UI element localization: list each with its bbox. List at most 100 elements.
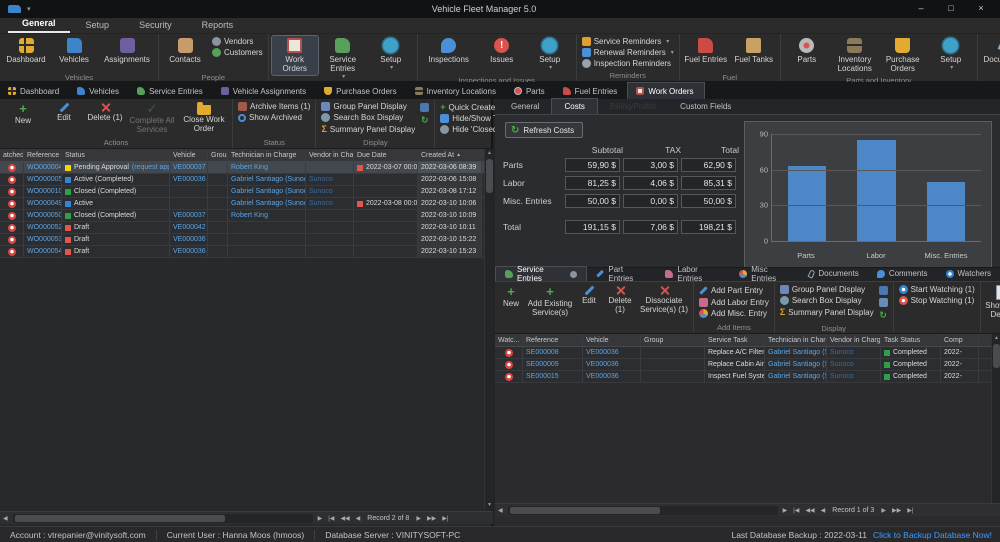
group-panel-display-button[interactable]: Group Panel Display: [321, 102, 415, 111]
vehicle-link[interactable]: VE000036: [173, 236, 206, 243]
menu-tab-general[interactable]: General: [8, 16, 70, 33]
service-reminders-button[interactable]: Service Reminders: [581, 37, 674, 46]
vendor-link[interactable]: Sunoco: [309, 200, 333, 207]
tab-parts[interactable]: Parts: [506, 83, 555, 99]
tab-watchers[interactable]: Watchers: [937, 266, 1000, 281]
monitor-display-icon[interactable]: [878, 286, 888, 295]
add-existing-service-button[interactable]: + Add Existing Service(s): [525, 283, 575, 319]
technician-link[interactable]: Gabriel Santiago (Sunoco): [231, 176, 305, 183]
column-header[interactable]: Vehicle: [583, 334, 641, 346]
maximize-button[interactable]: □: [938, 2, 964, 16]
inspections-setup-button[interactable]: Setup: [527, 36, 573, 75]
customers-button[interactable]: Customers: [212, 48, 263, 57]
column-header[interactable]: Task Status: [881, 334, 941, 346]
column-header[interactable]: Group: [641, 334, 705, 346]
nav-first-icon[interactable]: |◀: [790, 507, 802, 514]
summary-panel-display-button[interactable]: Σ Summary Panel Display: [321, 124, 415, 134]
column-header[interactable]: Reference: [24, 149, 62, 161]
nav-next-icon[interactable]: ▶: [413, 515, 424, 522]
tab-comments[interactable]: Comments: [868, 266, 937, 281]
maintenance-setup-button[interactable]: Setup: [368, 36, 414, 75]
vehicle-link[interactable]: VE000036: [586, 361, 619, 368]
work-order-reference-link[interactable]: WO000010: [27, 188, 61, 195]
column-header[interactable]: Technician in Charge: [765, 334, 827, 346]
close-button[interactable]: ×: [968, 2, 994, 16]
column-header[interactable]: Due Date: [354, 149, 418, 161]
tab-misc-entries[interactable]: Misc Entries: [730, 265, 800, 283]
tab-service-entries[interactable]: Service Entries: [129, 83, 213, 99]
vehicles-button[interactable]: Vehicles: [51, 36, 97, 72]
show-full-details-button[interactable]: Show Full Details: [984, 283, 1000, 321]
scroll-right-icon[interactable]: ▶: [780, 507, 791, 514]
scroll-right-icon[interactable]: ▶: [315, 515, 326, 522]
tab-billing-profits[interactable]: Billing/Profits: [598, 99, 668, 114]
minimize-button[interactable]: –: [908, 2, 934, 16]
service-entry-row[interactable]: SE000008 VE000036 Replace A/C Filter Gab…: [495, 347, 991, 359]
work-order-reference-link[interactable]: WO000050: [27, 212, 61, 219]
nav-prev-icon[interactable]: ◀: [818, 507, 829, 514]
work-order-row[interactable]: WO000004 Pending Approval(request approv…: [0, 162, 484, 174]
vehicle-link[interactable]: VE000037: [173, 164, 206, 171]
edit-work-order-button[interactable]: Edit: [44, 100, 84, 124]
renewal-reminders-button[interactable]: Renewal Reminders: [581, 48, 674, 57]
vertical-scrollbar[interactable]: ▲: [991, 334, 1000, 504]
service-entry-reference-link[interactable]: SE000009: [526, 361, 559, 368]
vendor-link[interactable]: Sunoco: [830, 349, 854, 356]
work-order-row[interactable]: WO000054 Draft VE000036 2022-03-10 15:23: [0, 246, 484, 258]
parts-button[interactable]: Parts: [784, 36, 830, 72]
menu-tab-setup[interactable]: Setup: [72, 18, 124, 33]
dashboard-button[interactable]: Dashboard: [3, 36, 49, 72]
new-work-order-button[interactable]: + New: [3, 100, 43, 127]
technician-link[interactable]: Robert King: [231, 212, 268, 219]
dissociate-service-button[interactable]: Dissociate Service(s) (1): [638, 283, 690, 316]
column-header[interactable]: Service Task: [705, 334, 765, 346]
vehicle-link[interactable]: VE000036: [173, 248, 206, 255]
tab-custom-fields[interactable]: Custom Fields: [668, 99, 743, 114]
horizontal-scrollbar[interactable]: [507, 505, 778, 515]
technician-link[interactable]: Gabriel Santiago (Sun: [768, 361, 826, 368]
column-header[interactable]: Vendor in Charge: [827, 334, 881, 346]
tab-inventory-locations[interactable]: Inventory Locations: [407, 83, 506, 99]
tab-service-entries[interactable]: Service Entries: [495, 265, 587, 283]
tab-vehicles[interactable]: Vehicles: [69, 83, 129, 99]
tab-general[interactable]: General: [499, 99, 551, 114]
column-header[interactable]: Vendor in Charge: [306, 149, 354, 161]
issues-button[interactable]: ! Issues: [479, 36, 525, 72]
show-archived-button[interactable]: Show Archived: [238, 113, 310, 122]
column-header[interactable]: Technician in Charge: [228, 149, 306, 161]
horizontal-scrollbar[interactable]: [12, 513, 313, 523]
fuel-tanks-button[interactable]: Fuel Tanks: [731, 36, 777, 72]
work-order-reference-link[interactable]: WO000054: [27, 248, 61, 255]
work-order-row[interactable]: WO000010 Closed (Completed) Gabriel Sant…: [0, 186, 484, 198]
nav-prev-page-icon[interactable]: ◀◀: [337, 515, 352, 522]
vendor-link[interactable]: Sunoco: [309, 188, 333, 195]
contacts-button[interactable]: Contacts: [162, 36, 208, 72]
vendor-link[interactable]: Sunoco: [309, 176, 333, 183]
work-order-reference-link[interactable]: WO000052: [27, 224, 61, 231]
scroll-up-icon[interactable]: ▲: [992, 334, 1000, 343]
service-entries-button[interactable]: Service Entries: [320, 36, 366, 84]
edit-service-entry-button[interactable]: Edit: [576, 283, 602, 307]
scrollbar-thumb[interactable]: [993, 344, 1000, 368]
nav-next-page-icon[interactable]: ▶▶: [424, 515, 439, 522]
column-header[interactable]: atched?: [0, 149, 24, 161]
nav-last-icon[interactable]: ▶|: [439, 515, 451, 522]
work-order-row[interactable]: WO000052 Draft VE000042 2022-03-10 10:11: [0, 222, 484, 234]
tab-documents[interactable]: Documents: [800, 266, 867, 281]
column-header[interactable]: Comp: [941, 334, 979, 346]
technician-link[interactable]: Gabriel Santiago (Sun: [768, 349, 826, 356]
purchase-orders-button[interactable]: Purchase Orders: [880, 36, 926, 75]
technician-link[interactable]: Gabriel Santiago (Sunoco): [231, 188, 305, 195]
service-entry-reference-link[interactable]: SE000008: [526, 349, 559, 356]
tab-part-entries[interactable]: Part Entries: [587, 265, 656, 283]
inventory-locations-button[interactable]: Inventory Locations: [832, 36, 878, 75]
vehicle-link[interactable]: VE000036: [586, 349, 619, 356]
delete-work-order-button[interactable]: Delete (1): [85, 100, 125, 124]
close-work-order-button[interactable]: Close Work Order: [179, 100, 229, 135]
nav-next-icon[interactable]: ▶: [878, 507, 889, 514]
service-entry-row[interactable]: SE000015 VE000036 Inspect Fuel System & …: [495, 371, 991, 383]
inspections-button[interactable]: Inspections: [421, 36, 477, 72]
new-service-entry-button[interactable]: + New: [498, 283, 524, 310]
column-header[interactable]: Created At: [418, 149, 482, 161]
refresh-costs-button[interactable]: ↻ Refresh Costs: [505, 122, 584, 138]
